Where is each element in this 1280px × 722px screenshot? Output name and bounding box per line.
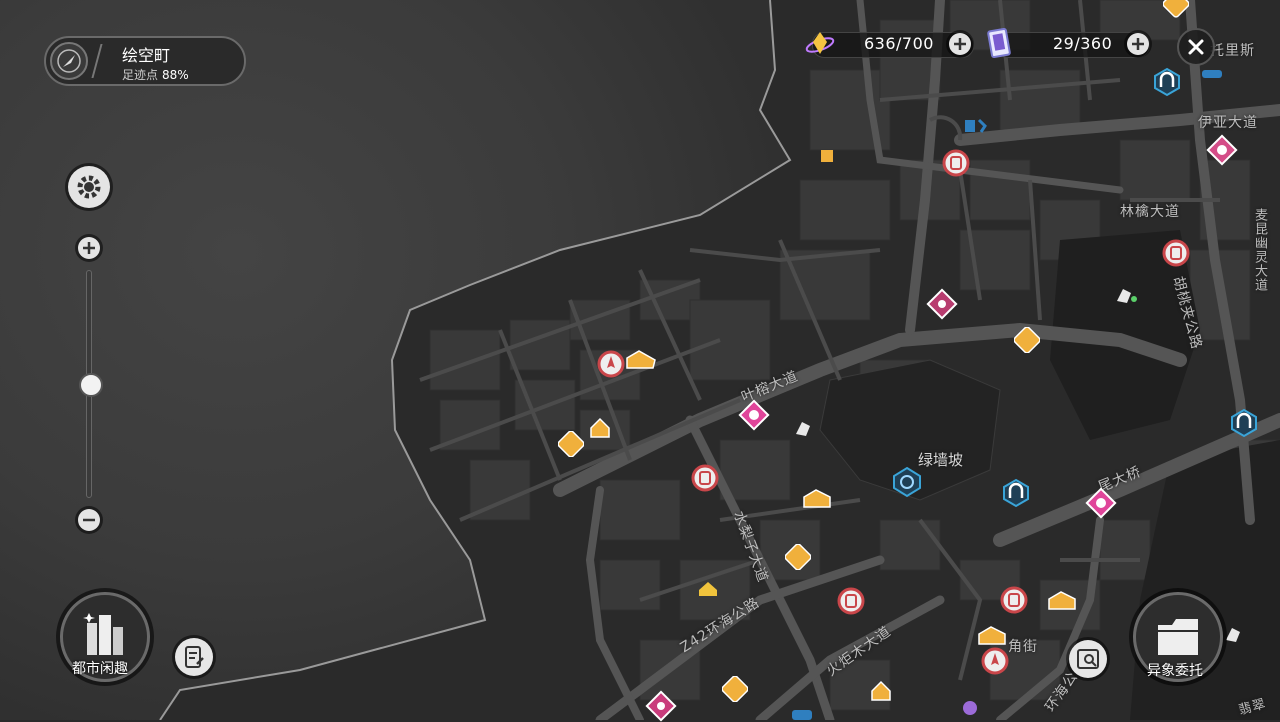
flower-marker-icon[interactable] xyxy=(645,690,677,722)
subway-marker-icon[interactable] xyxy=(1152,67,1182,97)
road-label-apple-avenue: 林檎大道 xyxy=(1120,204,1180,220)
minus-icon xyxy=(83,518,95,522)
place-label-green-wall-slope: 绿墙坡 xyxy=(918,451,964,469)
stamina-value: 636/700 xyxy=(864,34,934,53)
add-card-button[interactable] xyxy=(1127,33,1149,55)
shop-marker-icon[interactable] xyxy=(837,587,865,615)
blue-marker-icon[interactable] xyxy=(790,708,814,720)
shop-marker-icon[interactable] xyxy=(1162,239,1190,267)
close-icon xyxy=(1188,39,1204,55)
progress-label: 足迹点 xyxy=(122,68,159,82)
building-marker-icon[interactable] xyxy=(818,146,836,164)
sofa-marker-icon[interactable] xyxy=(558,431,584,457)
notes-icon xyxy=(185,646,204,668)
npc-marker-icon[interactable] xyxy=(1113,285,1139,307)
purple-orb-marker-icon[interactable] xyxy=(960,698,980,720)
rocket-marker-icon[interactable] xyxy=(981,647,1009,675)
zoom-out-button[interactable] xyxy=(78,509,100,531)
road-label-corner-street: 角街 xyxy=(1008,639,1038,655)
shop-marker-icon[interactable] xyxy=(942,149,970,177)
compass-icon[interactable] xyxy=(50,42,88,80)
store-marker-icon[interactable] xyxy=(802,487,832,509)
repair-marker-icon[interactable] xyxy=(963,116,989,136)
box-marker-icon[interactable] xyxy=(722,676,748,702)
road-label-iya-avenue: 伊亚大道 xyxy=(1198,115,1258,131)
zoom-slider-handle[interactable] xyxy=(79,373,103,397)
card-value: 29/360 xyxy=(1053,34,1113,53)
subway-marker-icon[interactable] xyxy=(1001,478,1031,508)
anomaly-quest-label: 异象委托 xyxy=(1147,663,1203,679)
exploration-progress: 足迹点 88% xyxy=(122,66,189,83)
sofa-marker-icon[interactable] xyxy=(785,544,811,570)
store-marker-icon[interactable] xyxy=(625,348,657,372)
box-marker-icon[interactable] xyxy=(1014,327,1040,353)
settings-button[interactable] xyxy=(68,166,110,208)
teleport-marker-icon[interactable] xyxy=(891,466,923,498)
box-marker-icon[interactable] xyxy=(1163,0,1189,18)
stamina-crystal-icon xyxy=(805,32,835,54)
progress-value: 88% xyxy=(162,68,189,82)
gear-icon xyxy=(77,175,101,199)
city-fun-label: 都市闲趣 xyxy=(72,661,128,677)
temple-marker-icon[interactable] xyxy=(697,578,719,598)
pink-battle-marker-icon[interactable] xyxy=(738,399,770,431)
close-button[interactable] xyxy=(1177,28,1215,66)
npc-marker-icon[interactable] xyxy=(1222,624,1244,646)
plus-icon xyxy=(1132,38,1144,50)
npc-marker-icon[interactable] xyxy=(792,418,814,440)
notes-button[interactable] xyxy=(175,638,213,676)
home-marker-icon[interactable] xyxy=(588,416,612,440)
map-search-icon xyxy=(1077,649,1099,669)
road-label-torris: 托里斯 xyxy=(1210,43,1255,59)
road-label-ghost-avenue: 麦昆幽灵大道 xyxy=(1252,208,1267,292)
plus-icon xyxy=(83,242,95,254)
mask-marker-icon[interactable] xyxy=(1206,134,1238,166)
subway-marker-icon[interactable] xyxy=(1229,408,1259,438)
store-marker-icon[interactable] xyxy=(977,624,1007,646)
location-card[interactable]: 绘空町 足迹点 88% xyxy=(44,36,246,86)
plus-icon xyxy=(954,38,966,50)
card-pack-icon xyxy=(987,27,1011,59)
location-name: 绘空町 xyxy=(122,46,171,65)
shop-marker-icon[interactable] xyxy=(1000,586,1028,614)
car-marker-icon[interactable] xyxy=(1200,64,1224,82)
shop-marker-icon[interactable] xyxy=(691,464,719,492)
store-marker-icon[interactable] xyxy=(1047,589,1077,611)
home-marker-icon[interactable] xyxy=(869,679,893,703)
pink-battle-marker-icon[interactable] xyxy=(1085,487,1117,519)
add-stamina-button[interactable] xyxy=(949,33,971,55)
divider xyxy=(91,44,103,78)
enemy-marker-icon[interactable] xyxy=(926,288,958,320)
rocket-marker-icon[interactable] xyxy=(597,350,625,378)
zoom-in-button[interactable] xyxy=(78,237,100,259)
search-map-button[interactable] xyxy=(1069,640,1107,678)
